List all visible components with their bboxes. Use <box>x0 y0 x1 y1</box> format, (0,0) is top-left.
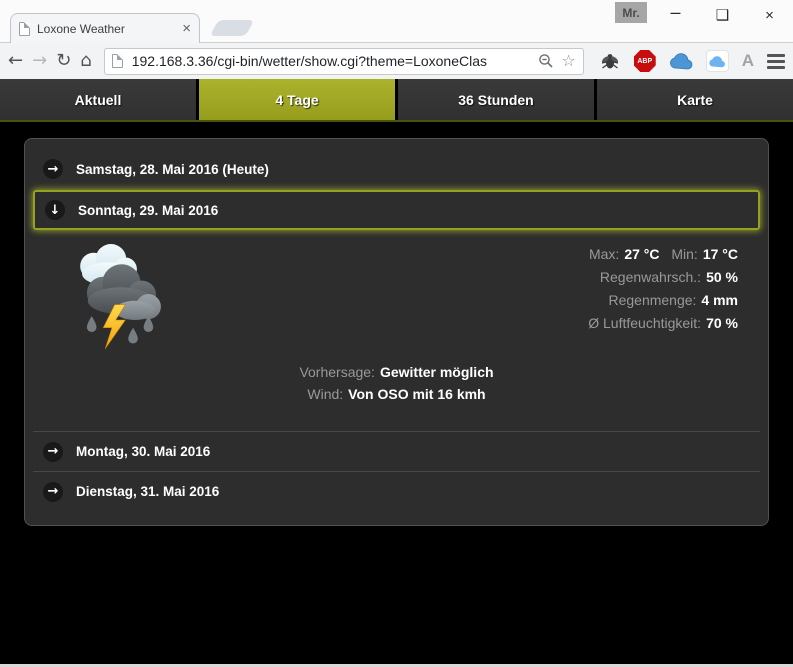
forecast-value: Gewitter möglich <box>379 364 494 380</box>
wind-label: Wind: <box>307 386 344 402</box>
page-content: Aktuell 4 Tage 36 Stunden Karte → Samsta… <box>0 79 793 664</box>
day-label: Sonntag, 29. Mai 2016 <box>78 202 219 218</box>
browser-toolbar: ← → ↻ ⌂ ☆ <box>0 42 793 79</box>
chrome-menu-icon[interactable] <box>767 53 785 69</box>
day-row-dienstag[interactable]: → Dienstag, 31. Mai 2016 <box>33 471 760 511</box>
letter-a-extension-icon[interactable]: A <box>742 51 754 71</box>
forecast-values: Max: 27 °C Min: 17 °C Regenwahrsch.: 50 % R… <box>588 243 738 335</box>
bug-extension-icon[interactable] <box>599 50 621 72</box>
browser-tab[interactable]: Loxone Weather × <box>10 13 200 43</box>
site-document-icon <box>111 54 123 68</box>
forecast-text: Vorhersage: Gewitter möglich Wind: Von OSO… <box>33 361 760 405</box>
extensions-row: ABP A <box>599 50 785 72</box>
wind-line: Wind: Von OSO mit 16 kmh <box>33 383 760 405</box>
rain-probability-line: Regenwahrsch.: 50 % <box>588 266 738 289</box>
new-tab-button[interactable] <box>209 20 255 36</box>
expand-arrow-icon: → <box>43 159 63 179</box>
rain-amount-value: 4 mm <box>701 292 738 308</box>
day-label: Montag, 30. Mai 2016 <box>76 444 211 459</box>
url-input[interactable] <box>129 52 532 70</box>
maximize-button[interactable]: ❑ <box>699 0 746 30</box>
tab-close-icon[interactable]: × <box>182 21 191 36</box>
thunderstorm-weather-icon <box>80 244 161 350</box>
minimize-button[interactable]: – <box>652 0 699 30</box>
tab-karte[interactable]: Karte <box>597 79 793 120</box>
rain-prob-label: Regenwahrsch.: <box>599 269 702 285</box>
rain-amount-line: Regenmenge: 4 mm <box>588 289 738 312</box>
cloud-extension-icon[interactable] <box>669 52 693 70</box>
humidity-label: Ø Luftfeuchtigkeit: <box>588 315 702 331</box>
bookmark-star-icon[interactable]: ☆ <box>561 53 575 69</box>
min-value: 17 °C <box>702 246 738 262</box>
expand-arrow-icon: → <box>43 481 63 502</box>
icloud-extension-icon[interactable] <box>705 50 729 72</box>
browser-tab-title: Loxone Weather <box>37 21 125 36</box>
forecast-detail-sonntag: Max: 27 °C Min: 17 °C Regenwahrsch.: 50 % R… <box>33 231 760 431</box>
window-controls: – ❑ × <box>652 0 793 30</box>
wind-value: Von OSO mit 16 kmh <box>348 386 486 402</box>
home-icon[interactable]: ⌂ <box>80 52 91 70</box>
browser-window: Loxone Weather × Mr. – ❑ × ← → ↻ ⌂ ☆ <box>0 0 793 667</box>
tab-4-tage[interactable]: 4 Tage <box>199 79 395 120</box>
rain-amount-label: Regenmenge: <box>608 292 697 308</box>
collapse-arrow-icon: ↓ <box>45 200 65 220</box>
address-bar[interactable]: ☆ <box>103 47 584 75</box>
page-document-icon <box>19 21 30 36</box>
day-row-samstag[interactable]: → Samstag, 28. Mai 2016 (Heute) <box>33 149 760 189</box>
weather-tab-bar: Aktuell 4 Tage 36 Stunden Karte <box>0 79 793 122</box>
rain-prob-value: 50 % <box>706 269 738 285</box>
title-bar: Loxone Weather × Mr. – ❑ × <box>0 0 793 43</box>
profile-badge[interactable]: Mr. <box>615 2 647 23</box>
day-row-montag[interactable]: → Montag, 30. Mai 2016 <box>33 431 760 471</box>
day-label: Dienstag, 31. Mai 2016 <box>76 484 220 499</box>
forecast-panel: → Samstag, 28. Mai 2016 (Heute) ↓ Sonnta… <box>24 138 769 526</box>
forward-icon[interactable]: → <box>32 52 47 70</box>
day-section-sonntag: ↓ Sonntag, 29. Mai 2016 <box>33 190 760 230</box>
day-label: Samstag, 28. Mai 2016 (Heute) <box>76 161 269 177</box>
humidity-line: Ø Luftfeuchtigkeit: 70 % <box>588 312 738 335</box>
day-row-sonntag[interactable]: ↓ Sonntag, 29. Mai 2016 <box>35 192 758 228</box>
temp-line: Max: 27 °C Min: 17 °C <box>588 243 738 266</box>
forecast-line: Vorhersage: Gewitter möglich <box>33 361 760 383</box>
close-button[interactable]: × <box>746 0 793 30</box>
tab-36-stunden[interactable]: 36 Stunden <box>398 79 594 120</box>
reload-icon[interactable]: ↻ <box>56 52 71 70</box>
forecast-label: Vorhersage: <box>299 364 375 380</box>
back-icon[interactable]: ← <box>8 52 23 70</box>
zoom-out-icon[interactable] <box>538 53 554 69</box>
tab-aktuell[interactable]: Aktuell <box>0 79 196 120</box>
humidity-value: 70 % <box>706 315 738 331</box>
min-label: Min: <box>671 246 698 262</box>
max-value: 27 °C <box>624 246 660 262</box>
expand-arrow-icon: → <box>43 441 63 462</box>
adblock-plus-icon[interactable]: ABP <box>633 50 656 72</box>
max-label: Max: <box>588 246 620 262</box>
